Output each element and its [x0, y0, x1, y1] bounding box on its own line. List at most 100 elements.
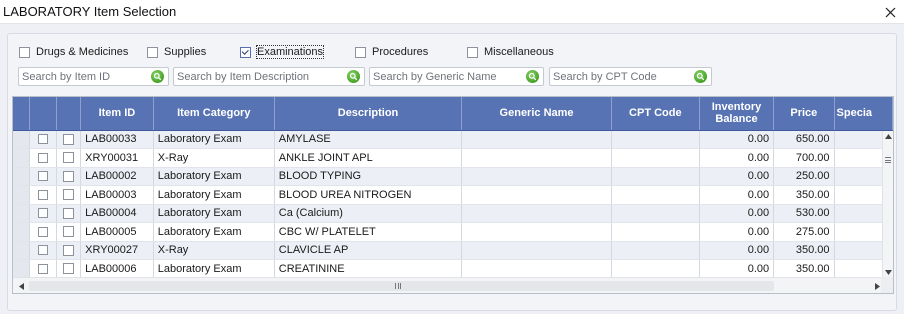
- row-check-cell[interactable]: [56, 204, 82, 223]
- filter-examinations[interactable]: Examinations: [240, 45, 325, 59]
- row-check-cell[interactable]: [56, 167, 82, 186]
- cell-generic-name: [461, 130, 612, 149]
- row-select-cell[interactable]: [29, 167, 57, 186]
- row-check-checkbox[interactable]: [62, 226, 74, 238]
- horizontal-scrollbar[interactable]: [13, 277, 883, 293]
- filter-examinations-checkbox[interactable]: [240, 46, 251, 58]
- table-row[interactable]: LAB00006 Laboratory Exam CREATININE 0.00…: [13, 259, 893, 279]
- scroll-thumb-grip: [395, 283, 401, 289]
- table-row[interactable]: LAB00005 Laboratory Exam CBC W/ PLATELET…: [13, 222, 893, 242]
- vertical-scroll-thumb[interactable]: [885, 157, 891, 163]
- arrow-up-icon: [885, 134, 892, 139]
- row-select-checkbox[interactable]: [37, 152, 48, 163]
- row-select-cell[interactable]: [29, 148, 57, 168]
- filter-supplies[interactable]: Supplies: [147, 45, 206, 59]
- row-header[interactable]: [13, 259, 31, 279]
- search-item-id-input[interactable]: [19, 68, 146, 85]
- table-row[interactable]: LAB00033 Laboratory Exam AMYLASE 0.00 65…: [13, 130, 893, 149]
- row-select-cell[interactable]: [29, 259, 57, 279]
- row-check-checkbox[interactable]: [62, 133, 74, 145]
- cell-description: BLOOD UREA NITROGEN: [274, 185, 463, 205]
- scroll-left-button[interactable]: [15, 280, 27, 292]
- row-check-checkbox[interactable]: [62, 263, 74, 275]
- row-check-checkbox[interactable]: [62, 170, 74, 182]
- column-header-item-id[interactable]: Item ID: [80, 97, 154, 131]
- filter-procedures[interactable]: Procedures: [355, 45, 428, 59]
- cell-item-category: X-Ray: [153, 148, 275, 168]
- column-header-cpt-code[interactable]: CPT Code: [611, 97, 700, 131]
- table-row[interactable]: LAB00004 Laboratory Exam Ca (Calcium) 0.…: [13, 204, 893, 223]
- filter-label: Drugs & Medicines: [36, 46, 129, 58]
- table-row[interactable]: LAB00002 Laboratory Exam BLOOD TYPING 0.…: [13, 167, 893, 186]
- filter-drugs-medicines[interactable]: Drugs & Medicines: [19, 45, 128, 59]
- filter-drugs-medicines-checkbox[interactable]: [19, 46, 30, 58]
- vertical-scrollbar[interactable]: [882, 131, 893, 278]
- row-header-corner: [13, 97, 31, 131]
- column-header-description[interactable]: Description: [274, 97, 463, 131]
- row-header[interactable]: [13, 130, 31, 149]
- item-selection-window: LABORATORY Item Selection Drugs & Medici…: [0, 0, 904, 314]
- column-header-generic-name[interactable]: Generic Name: [461, 97, 612, 131]
- close-button[interactable]: [880, 2, 900, 22]
- row-check-checkbox[interactable]: [62, 244, 74, 256]
- table-row[interactable]: XRY00031 X-Ray ANKLE JOINT APL 0.00 700.…: [13, 148, 893, 168]
- search-cpt-input[interactable]: [550, 68, 689, 85]
- row-select-checkbox[interactable]: [37, 263, 48, 274]
- filter-miscellaneous-checkbox[interactable]: [467, 46, 478, 58]
- row-select-checkbox[interactable]: [37, 171, 48, 182]
- cell-item-id: XRY00031: [80, 148, 154, 168]
- row-header[interactable]: [13, 204, 31, 223]
- filter-label: Miscellaneous: [484, 46, 554, 58]
- cell-cpt-code: [611, 222, 700, 242]
- row-header[interactable]: [13, 148, 31, 168]
- row-select-checkbox[interactable]: [37, 134, 48, 145]
- search-description-button[interactable]: [347, 70, 360, 83]
- horizontal-scroll-thumb[interactable]: [29, 281, 774, 291]
- row-check-cell[interactable]: [56, 222, 82, 242]
- search-item-id-button[interactable]: [151, 70, 164, 83]
- cell-price: 250.00: [773, 167, 835, 186]
- row-select-checkbox[interactable]: [37, 226, 48, 237]
- row-check-cell[interactable]: [56, 259, 82, 279]
- filter-supplies-checkbox[interactable]: [147, 46, 158, 58]
- cell-item-category: Laboratory Exam: [153, 130, 275, 149]
- cell-generic-name: [461, 185, 612, 205]
- search-cpt-button[interactable]: [694, 70, 707, 83]
- row-header[interactable]: [13, 185, 31, 205]
- column-header-special[interactable]: Specia: [834, 97, 893, 131]
- search-generic-button[interactable]: [526, 70, 539, 83]
- row-check-cell[interactable]: [56, 148, 82, 168]
- row-select-checkbox[interactable]: [37, 208, 48, 219]
- row-check-cell[interactable]: [56, 185, 82, 205]
- row-select-checkbox[interactable]: [37, 245, 48, 256]
- filter-procedures-checkbox[interactable]: [355, 46, 366, 58]
- column-header-price[interactable]: Price: [773, 97, 835, 131]
- row-select-cell[interactable]: [29, 185, 57, 205]
- search-description-input[interactable]: [174, 68, 342, 85]
- cell-item-id: LAB00005: [80, 222, 154, 242]
- search-icon: [153, 72, 162, 81]
- row-select-cell[interactable]: [29, 241, 57, 260]
- row-check-checkbox[interactable]: [62, 152, 74, 164]
- select-column-header[interactable]: [29, 97, 57, 131]
- scroll-up-button[interactable]: [883, 131, 893, 142]
- search-generic-input[interactable]: [370, 68, 521, 85]
- table-row[interactable]: LAB00003 Laboratory Exam BLOOD UREA NITR…: [13, 185, 893, 205]
- row-header[interactable]: [13, 222, 31, 242]
- row-select-checkbox[interactable]: [37, 189, 48, 200]
- row-check-checkbox[interactable]: [62, 189, 74, 201]
- filter-miscellaneous[interactable]: Miscellaneous: [467, 45, 554, 59]
- row-select-cell[interactable]: [29, 222, 57, 242]
- row-check-checkbox[interactable]: [62, 207, 74, 219]
- cell-description: AMYLASE: [274, 130, 463, 149]
- row-header[interactable]: [13, 241, 31, 260]
- row-check-cell[interactable]: [56, 241, 82, 260]
- column-header-inventory-balance[interactable]: Inventory Balance: [699, 97, 775, 131]
- row-select-cell[interactable]: [29, 204, 57, 223]
- table-row[interactable]: XRY00027 X-Ray CLAVICLE AP 0.00 350.00: [13, 241, 893, 260]
- row-check-cell[interactable]: [56, 130, 82, 149]
- column-header-item-category[interactable]: Item Category: [153, 97, 275, 131]
- row-select-cell[interactable]: [29, 130, 57, 149]
- row-header[interactable]: [13, 167, 31, 186]
- check-column-header[interactable]: [56, 97, 82, 131]
